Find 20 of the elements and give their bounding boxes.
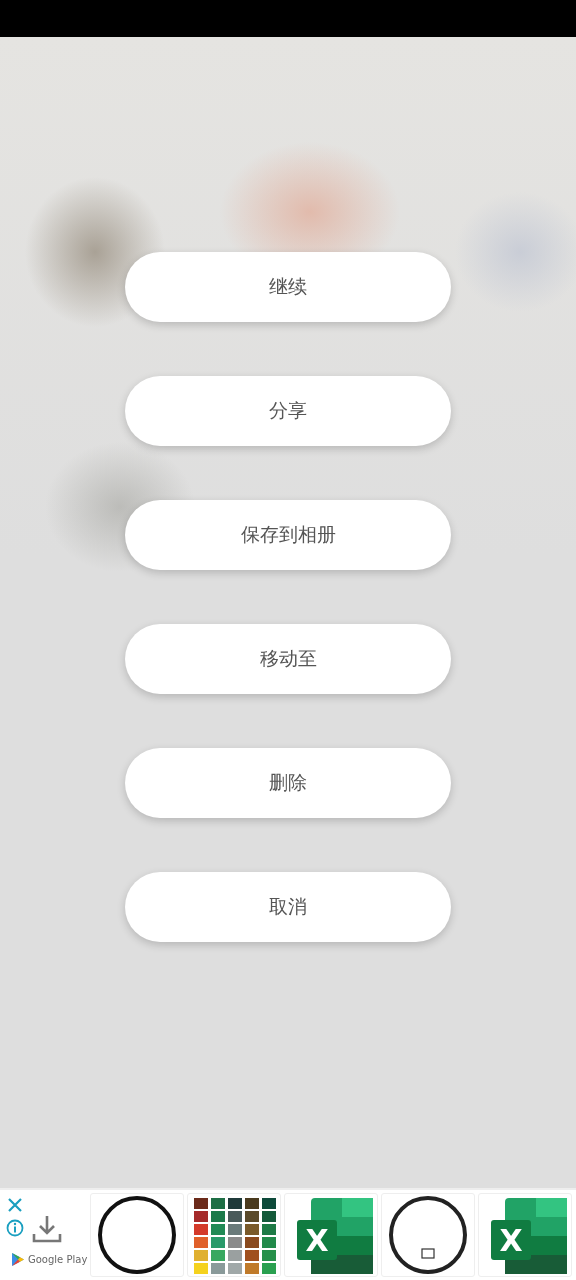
ring-icon bbox=[388, 1195, 468, 1275]
close-icon[interactable] bbox=[7, 1197, 23, 1213]
info-icon[interactable] bbox=[6, 1219, 24, 1237]
ad-thumbnail[interactable] bbox=[90, 1193, 184, 1277]
ad-thumbnail[interactable] bbox=[381, 1193, 475, 1277]
ring-icon bbox=[97, 1195, 177, 1275]
menu-button[interactable]: 取消 bbox=[125, 872, 451, 942]
menu-button[interactable]: 继续 bbox=[125, 252, 451, 322]
menu-button[interactable]: 移动至 bbox=[125, 624, 451, 694]
menu-button[interactable]: 保存到相册 bbox=[125, 500, 451, 570]
app-letter: X bbox=[297, 1220, 337, 1260]
menu-button[interactable]: 删除 bbox=[125, 748, 451, 818]
ad-thumbnail[interactable]: X bbox=[284, 1193, 378, 1277]
play-store-icon bbox=[12, 1253, 24, 1266]
menu-button[interactable]: 分享 bbox=[125, 376, 451, 446]
ad-thumbnail[interactable]: X bbox=[478, 1193, 572, 1277]
ad-thumbnail[interactable] bbox=[187, 1193, 281, 1277]
download-icon[interactable] bbox=[31, 1213, 63, 1245]
app-letter: X bbox=[491, 1220, 531, 1260]
store-label: Google Play bbox=[28, 1254, 88, 1265]
